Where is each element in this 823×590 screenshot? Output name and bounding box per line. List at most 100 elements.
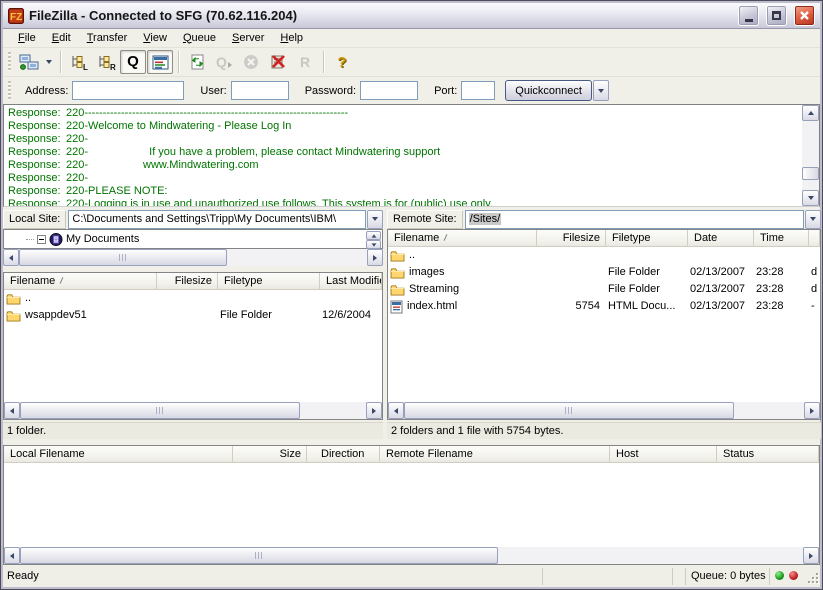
scroll-left-button[interactable] [388, 402, 404, 419]
scroll-thumb[interactable] [19, 249, 227, 266]
scroll-right-button[interactable] [367, 249, 383, 266]
menu-queue[interactable]: Queue [176, 30, 223, 47]
column-header-status[interactable]: Status [717, 446, 819, 462]
reconnect-icon: R [300, 55, 310, 69]
menu-file[interactable]: File [11, 30, 43, 47]
scroll-down-button[interactable] [802, 190, 819, 206]
menu-view[interactable]: View [136, 30, 174, 47]
local-path-combo[interactable]: C:\Documents and Settings\Tripp\My Docum… [68, 210, 366, 229]
remote-file-list: Filename Filesize Filetype Date Time .. [387, 229, 821, 420]
column-header-direction[interactable]: Direction [307, 446, 380, 462]
help-button[interactable]: ? [329, 50, 355, 74]
local-path-dropdown-button[interactable] [367, 210, 383, 229]
toggle-queue-button[interactable]: Q [120, 50, 146, 74]
port-input[interactable] [461, 81, 495, 100]
column-header-size[interactable]: Size [233, 446, 307, 462]
file-row[interactable]: .. [4, 290, 382, 307]
site-manager-button[interactable] [16, 50, 42, 74]
address-input[interactable] [72, 81, 184, 100]
scroll-right-button[interactable] [366, 402, 382, 419]
quickconnect-grip[interactable] [8, 81, 11, 101]
resize-grip[interactable] [805, 570, 818, 583]
column-header-filename[interactable]: Filename [388, 230, 537, 246]
cancel-button[interactable] [238, 50, 264, 74]
column-header-filetype[interactable]: Filetype [218, 273, 320, 289]
log-vertical-scrollbar[interactable] [802, 105, 819, 206]
scroll-track[interactable] [20, 547, 803, 564]
column-header-last-modified[interactable]: Last Modified [320, 273, 382, 289]
scroll-down-button[interactable] [366, 240, 381, 249]
title-bar[interactable]: FZ FileZilla - Connected to SFG (70.62.1… [3, 3, 820, 29]
file-row[interactable]: .. [388, 247, 820, 264]
site-manager-dropdown-button[interactable] [43, 50, 55, 74]
toolbar-separator [323, 51, 324, 73]
file-row[interactable]: Streaming File Folder 02/13/2007 23:28 d [388, 281, 820, 298]
log-line: Response:220-Logging is in use and unaut… [8, 198, 819, 207]
local-site-bar: Local Site: C:\Documents and Settings\Tr… [3, 208, 383, 230]
menu-edit[interactable]: Edit [45, 30, 78, 47]
file-row[interactable]: images File Folder 02/13/2007 23:28 d [388, 264, 820, 281]
file-row[interactable]: wsappdev51 File Folder 12/6/2004 [4, 307, 382, 324]
column-header-date[interactable]: Date [688, 230, 754, 246]
log-line: Response:220- [8, 133, 819, 146]
scroll-track[interactable] [802, 121, 819, 190]
toggle-message-log-button[interactable] [147, 50, 173, 74]
scroll-thumb[interactable] [404, 402, 734, 419]
user-input[interactable] [231, 81, 289, 100]
column-header-remote-filename[interactable]: Remote Filename [380, 446, 610, 462]
collapse-icon[interactable] [37, 235, 46, 244]
password-input[interactable] [360, 81, 418, 100]
local-list-horizontal-scrollbar[interactable] [4, 402, 382, 419]
scroll-up-button[interactable] [366, 231, 381, 240]
refresh-button[interactable] [184, 50, 210, 74]
minimize-button[interactable] [738, 5, 759, 26]
scroll-right-button[interactable] [803, 547, 819, 564]
log-line: Response:220-PLEASE NOTE: [8, 185, 819, 198]
reconnect-button[interactable]: R [292, 50, 318, 74]
quickconnect-button[interactable]: Quickconnect [505, 80, 592, 101]
scroll-thumb[interactable] [802, 167, 819, 180]
toggle-remote-tree-button[interactable]: R [93, 50, 119, 74]
close-icon [799, 10, 810, 21]
column-header-filename[interactable]: Filename [4, 273, 157, 289]
remote-path-combo[interactable]: /Sites/ [465, 210, 804, 229]
close-button[interactable] [794, 5, 815, 26]
queue-horizontal-scrollbar[interactable] [4, 547, 819, 564]
menu-transfer[interactable]: Transfer [80, 30, 135, 47]
scroll-track[interactable] [404, 402, 804, 419]
tree-node-my-documents[interactable]: My Documents [4, 233, 139, 246]
remote-path-dropdown-button[interactable] [805, 210, 821, 229]
menu-help[interactable]: Help [273, 30, 310, 47]
arrow-up-icon [808, 111, 814, 115]
column-header-local-filename[interactable]: Local Filename [4, 446, 233, 462]
maximize-button[interactable] [766, 5, 787, 26]
scroll-right-button[interactable] [804, 402, 820, 419]
remote-list-horizontal-scrollbar[interactable] [388, 402, 820, 419]
disconnect-button[interactable] [265, 50, 291, 74]
process-queue-button[interactable]: Q [211, 50, 237, 74]
tree-vertical-scrollbar[interactable] [366, 231, 381, 249]
folder-icon [6, 293, 21, 305]
column-header-host[interactable]: Host [610, 446, 717, 462]
scroll-thumb[interactable] [20, 402, 300, 419]
column-header-filesize[interactable]: Filesize [157, 273, 218, 289]
column-header-time[interactable]: Time [754, 230, 809, 246]
scroll-track[interactable] [20, 402, 366, 419]
remote-status-text: 2 folders and 1 file with 5754 bytes. [387, 422, 821, 439]
thumb-grip [156, 407, 165, 414]
column-header-filetype[interactable]: Filetype [606, 230, 688, 246]
scroll-left-button[interactable] [4, 402, 20, 419]
scroll-left-button[interactable] [3, 249, 19, 266]
scroll-left-button[interactable] [4, 547, 20, 564]
toolbar-grip[interactable] [8, 52, 11, 72]
toggle-local-tree-button[interactable]: L [66, 50, 92, 74]
scroll-track[interactable] [19, 249, 367, 266]
quickconnect-dropdown-button[interactable] [593, 80, 609, 101]
file-row[interactable]: index.html 5754 HTML Docu... 02/13/2007 … [388, 298, 820, 315]
column-header-permissions[interactable] [809, 230, 820, 246]
scroll-up-button[interactable] [802, 105, 819, 121]
column-header-filesize[interactable]: Filesize [537, 230, 606, 246]
tree-horizontal-scrollbar[interactable] [3, 249, 383, 266]
menu-server[interactable]: Server [225, 30, 271, 47]
scroll-thumb[interactable] [20, 547, 498, 564]
